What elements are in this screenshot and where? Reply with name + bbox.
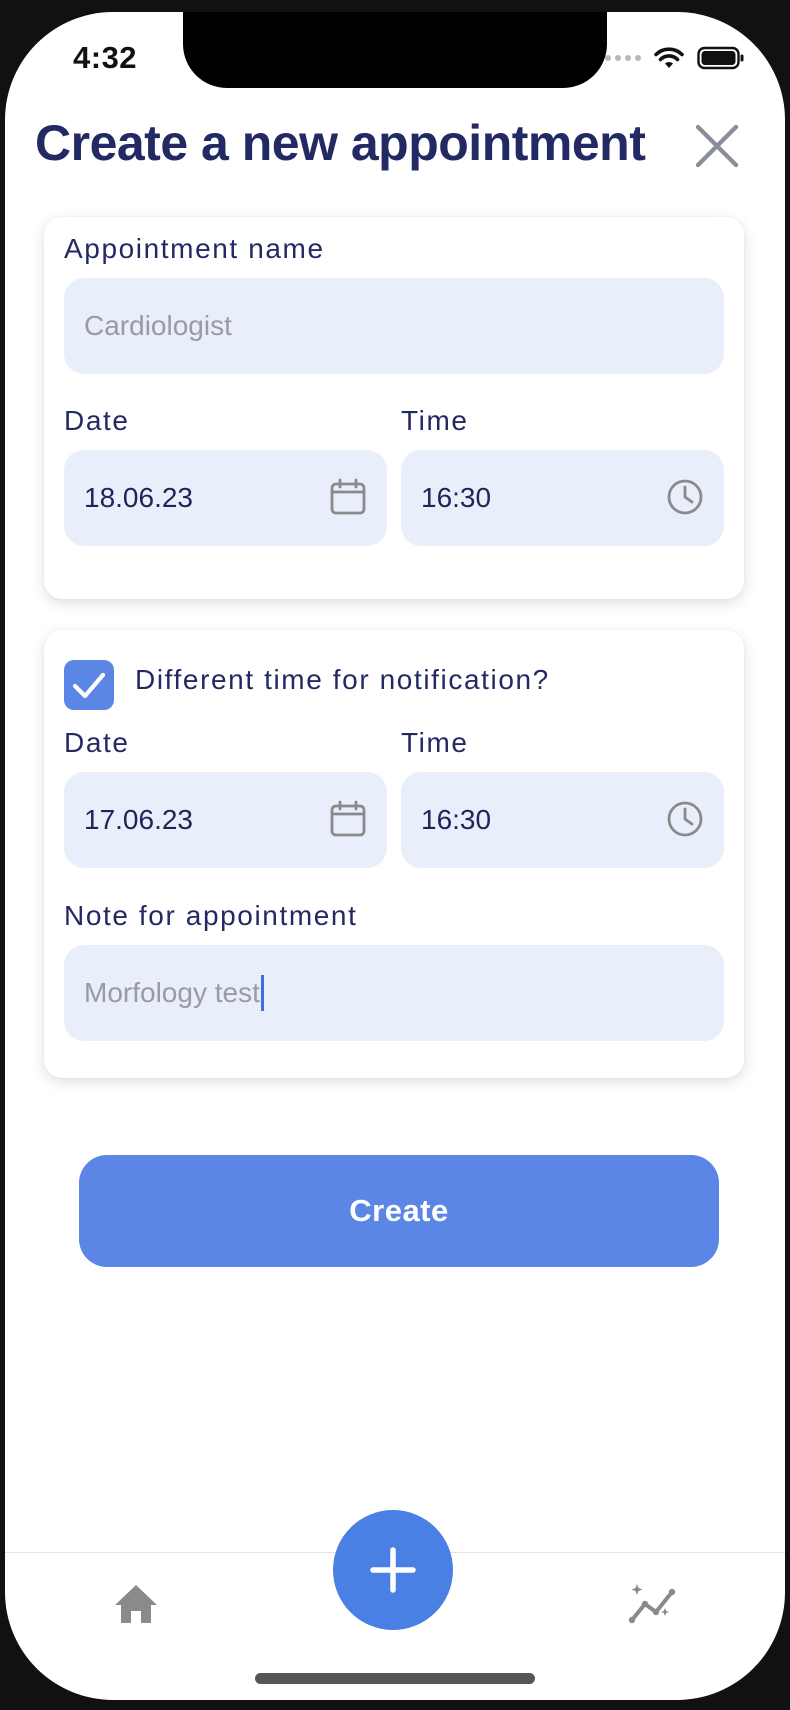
- clock-icon: [667, 801, 703, 837]
- add-appointment-button[interactable]: [333, 1510, 453, 1630]
- notch: [183, 12, 607, 88]
- close-icon[interactable]: [691, 120, 743, 172]
- notification-time-label: Time: [401, 727, 469, 758]
- time-field[interactable]: 16:30: [401, 450, 724, 546]
- clock-icon: [667, 479, 703, 515]
- checkmark-icon: [72, 672, 106, 699]
- text-caret: [260, 975, 264, 1011]
- appointment-name-placeholder: Cardiologist: [84, 310, 232, 341]
- notification-date-label: Date: [64, 727, 130, 758]
- home-icon[interactable]: [112, 1582, 160, 1626]
- notification-date-value: 17.06.23: [84, 804, 193, 835]
- note-label: Note for appointment: [64, 900, 358, 931]
- battery-icon: [697, 46, 744, 70]
- note-input[interactable]: Morfology test: [64, 945, 724, 1041]
- status-icons: [605, 46, 745, 70]
- appointment-name-input[interactable]: Cardiologist: [64, 278, 724, 374]
- date-label: Date: [64, 405, 130, 436]
- calendar-icon: [330, 478, 366, 515]
- device-frame: 4:32 Create a new appointment Appointmen…: [0, 0, 790, 1710]
- time-label: Time: [401, 405, 469, 436]
- signal-dots-icon: [605, 55, 641, 61]
- status-time: 4:32: [73, 40, 138, 75]
- notification-card: Different time for notification? Date Ti…: [44, 630, 744, 1078]
- notification-checkbox[interactable]: [64, 660, 114, 710]
- plus-icon: [370, 1547, 416, 1593]
- date-value: 18.06.23: [84, 482, 193, 513]
- notification-time-value: 16:30: [421, 804, 492, 835]
- home-indicator: [255, 1673, 535, 1684]
- calendar-icon: [330, 800, 366, 837]
- wifi-icon: [654, 47, 684, 68]
- notification-date-field[interactable]: 17.06.23: [64, 772, 387, 868]
- appointment-card: Appointment name Cardiologist Date Time …: [44, 217, 744, 599]
- date-field[interactable]: 18.06.23: [64, 450, 387, 546]
- checkbox-label: Different time for notification?: [135, 664, 550, 695]
- time-value: 16:30: [421, 482, 492, 513]
- note-value: Morfology test: [84, 977, 260, 1008]
- notification-time-field[interactable]: 16:30: [401, 772, 724, 868]
- chart-line-icon[interactable]: [627, 1580, 679, 1626]
- page-title: Create a new appointment: [35, 115, 646, 171]
- appointment-name-label: Appointment name: [64, 233, 325, 264]
- create-button[interactable]: Create: [79, 1155, 719, 1267]
- screen: 4:32 Create a new appointment Appointmen…: [5, 12, 785, 1700]
